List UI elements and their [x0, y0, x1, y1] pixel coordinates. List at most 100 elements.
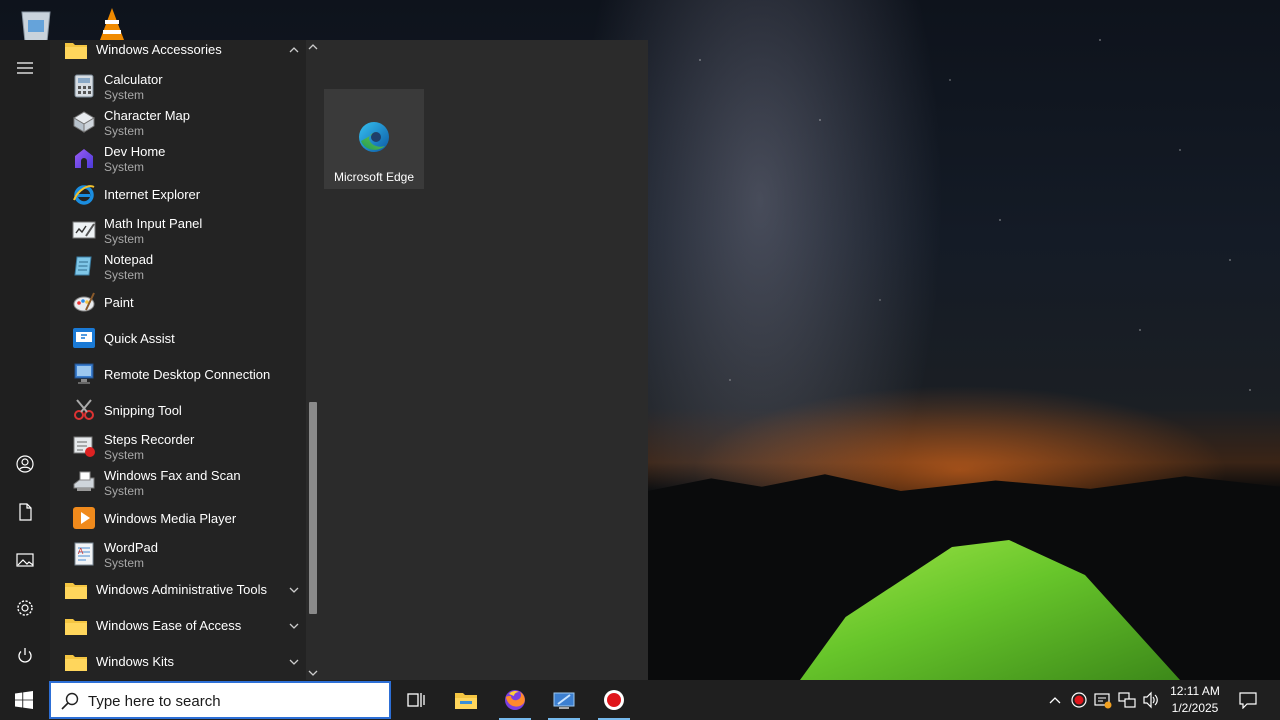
settings-button[interactable]	[0, 586, 50, 630]
taskbar-clock[interactable]: 12:11 AM 1/2/2025	[1164, 683, 1226, 717]
taskbar: Type here to search 12:11 AM 1/2/2025	[0, 680, 1280, 720]
folder-windows-administrative-tools[interactable]: Windows Administrative Tools	[50, 572, 306, 608]
app-list: Windows Accessories Calculator System Ch…	[50, 40, 306, 680]
app-windows-media-player[interactable]: Windows Media Player	[50, 500, 306, 536]
scroll-up-icon[interactable]	[308, 42, 318, 52]
app-calculator[interactable]: Calculator System	[50, 68, 306, 104]
hamburger-menu-button[interactable]	[0, 46, 50, 90]
recycle-bin-icon[interactable]	[16, 6, 56, 43]
app-character-map[interactable]: Character Map System	[50, 104, 306, 140]
search-icon	[61, 692, 79, 710]
character-map-icon	[72, 110, 96, 134]
remote-app-icon	[553, 692, 575, 709]
tray-network[interactable]	[1117, 690, 1137, 710]
app-paint[interactable]: Paint	[50, 284, 306, 320]
app-name: Windows Media Player	[104, 511, 237, 526]
task-view-icon	[407, 693, 425, 707]
taskbar-file-explorer[interactable]	[442, 680, 490, 720]
app-category: System	[104, 88, 145, 102]
app-category: System	[104, 448, 145, 462]
action-center-button[interactable]	[1232, 680, 1264, 720]
folder-windows-kits[interactable]: Windows Kits	[50, 644, 306, 680]
app-category: System	[104, 556, 145, 570]
show-hidden-icons-button[interactable]	[1045, 690, 1065, 710]
pictures-button[interactable]	[0, 538, 50, 582]
power-button[interactable]	[0, 634, 50, 678]
tray-recorder[interactable]	[1069, 690, 1089, 710]
record-icon	[1071, 692, 1087, 708]
search-box[interactable]: Type here to search	[49, 681, 391, 719]
pictures-icon	[16, 553, 34, 567]
firefox-icon	[505, 690, 525, 710]
app-category: System	[104, 124, 145, 138]
chevron-down-icon	[289, 659, 299, 665]
app-internet-explorer[interactable]: Internet Explorer	[50, 176, 306, 212]
app-steps-recorder[interactable]: Steps Recorder System	[50, 428, 306, 464]
tile-label: Microsoft Edge	[333, 170, 415, 184]
app-name: Notepad	[104, 252, 154, 267]
user-account-button[interactable]	[0, 442, 50, 486]
volume-icon	[1143, 691, 1158, 709]
app-category: System	[104, 160, 145, 174]
scrollbar-thumb[interactable]	[309, 402, 317, 614]
app-category: System	[104, 232, 145, 246]
start-rail	[0, 40, 50, 680]
folder-icon	[64, 650, 88, 674]
tiles-area: Microsoft Edge	[320, 40, 648, 680]
edge-icon	[359, 122, 389, 152]
app-math-input-panel[interactable]: Math Input Panel System	[50, 212, 306, 248]
tray-volume[interactable]	[1141, 690, 1161, 710]
internet-explorer-icon	[72, 182, 96, 206]
taskbar-screen-recorder[interactable]	[590, 680, 638, 720]
app-name: Calculator	[104, 72, 163, 87]
documents-button[interactable]	[0, 490, 50, 534]
windows-logo-icon	[15, 691, 33, 709]
app-name: WordPad	[104, 540, 158, 555]
task-view-button[interactable]	[392, 680, 440, 720]
app-category: System	[104, 484, 145, 498]
app-name: Character Map	[104, 108, 190, 123]
chevron-up-icon	[289, 47, 299, 53]
app-name: Quick Assist	[104, 331, 175, 346]
app-name: Dev Home	[104, 144, 166, 159]
search-placeholder: Type here to search	[88, 693, 221, 710]
media-player-icon	[72, 506, 96, 530]
start-menu: Windows Accessories Calculator System Ch…	[0, 40, 648, 680]
app-list-scrollbar[interactable]	[306, 40, 320, 680]
scroll-down-icon[interactable]	[308, 668, 318, 678]
network-icon	[1118, 692, 1136, 708]
documents-icon	[19, 503, 32, 521]
app-snipping-tool[interactable]: Snipping Tool	[50, 392, 306, 428]
taskbar-remote-app[interactable]	[540, 680, 588, 720]
fax-scan-icon	[72, 470, 96, 494]
app-windows-fax-and-scan[interactable]: Windows Fax and Scan System	[50, 464, 306, 500]
clock-date: 1/2/2025	[1171, 701, 1219, 715]
app-name: Remote Desktop Connection	[104, 367, 271, 382]
app-notepad[interactable]: Notepad System	[50, 248, 306, 284]
folder-label: Windows Kits	[96, 654, 175, 669]
app-quick-assist[interactable]: Quick Assist	[50, 320, 306, 356]
folder-icon	[64, 40, 88, 62]
notepad-icon	[72, 254, 96, 278]
chevron-down-icon	[289, 623, 299, 629]
start-button[interactable]	[0, 680, 48, 720]
hamburger-icon	[17, 62, 33, 74]
calculator-icon	[72, 74, 96, 98]
app-wordpad[interactable]: A WordPad System	[50, 536, 306, 572]
tile-microsoft-edge[interactable]: Microsoft Edge	[324, 89, 424, 189]
folder-label: Windows Ease of Access	[96, 618, 242, 633]
app-dev-home[interactable]: Dev Home System	[50, 140, 306, 176]
svg-text:A: A	[78, 547, 84, 556]
chevron-down-icon	[289, 587, 299, 593]
power-icon	[18, 648, 32, 663]
folder-windows-accessories[interactable]: Windows Accessories	[50, 40, 306, 68]
vlc-icon[interactable]	[92, 6, 132, 42]
tray-security[interactable]	[1093, 690, 1113, 710]
app-category: System	[104, 268, 145, 282]
folder-windows-ease-of-access[interactable]: Windows Ease of Access	[50, 608, 306, 644]
paint-icon	[72, 290, 96, 314]
app-remote-desktop-connection[interactable]: Remote Desktop Connection	[50, 356, 306, 392]
taskbar-firefox[interactable]	[491, 680, 539, 720]
app-name: Internet Explorer	[104, 187, 201, 202]
file-explorer-icon	[455, 693, 477, 709]
